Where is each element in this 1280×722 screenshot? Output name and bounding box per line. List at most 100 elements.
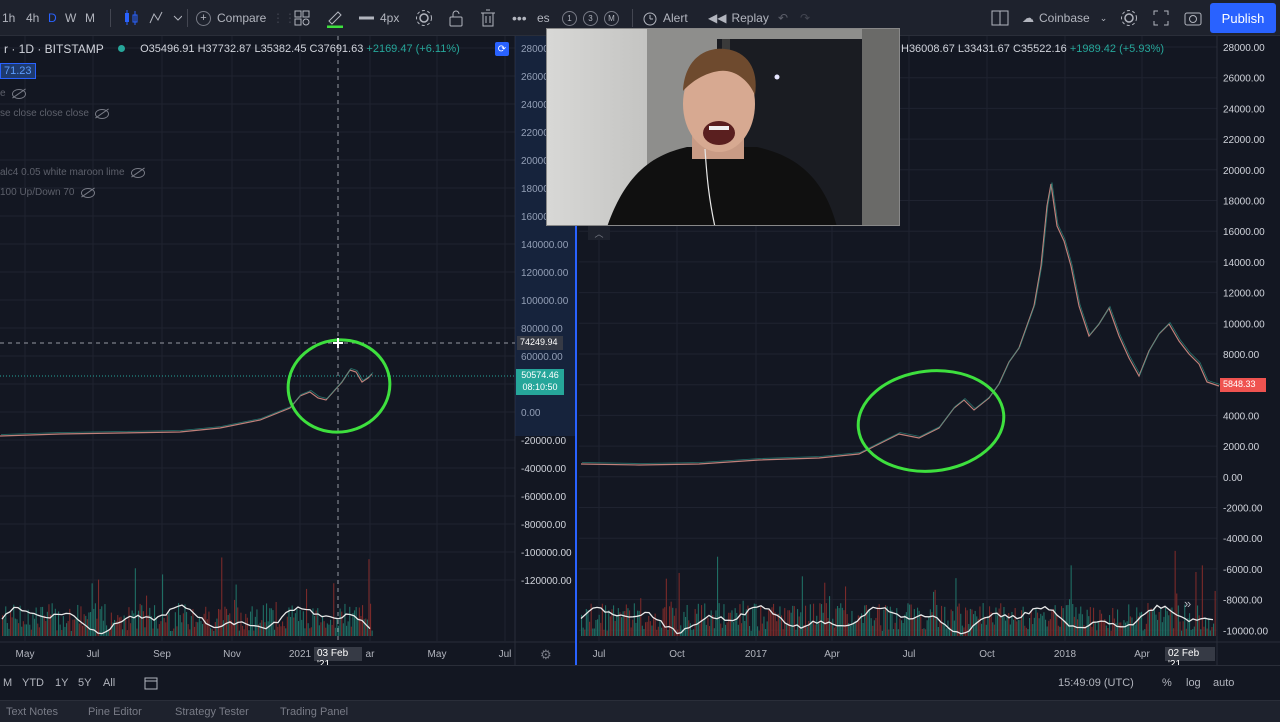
interval-d[interactable]: D	[48, 0, 57, 36]
volume-bar	[832, 618, 834, 636]
volume-bar	[1123, 620, 1125, 636]
volume-bar	[1201, 565, 1203, 636]
y-axis-label: 20000.00	[1223, 166, 1265, 177]
indicators-button[interactable]	[148, 0, 182, 36]
interval-w[interactable]: W	[65, 0, 76, 36]
volume-bar	[358, 607, 360, 636]
interval-1h[interactable]: 1h	[2, 0, 15, 36]
circle-m-button[interactable]: M	[604, 10, 619, 26]
left-chart-pane[interactable]: 280000.00 260000.00 240000.00 220000.00 2000…	[0, 36, 577, 665]
volume-bar	[769, 610, 771, 636]
hidden-eye-icon[interactable]	[94, 108, 109, 119]
interval-4h[interactable]: 4h	[26, 0, 39, 36]
exchange-dropdown[interactable]: ☁ Coinbase ⌄	[1022, 0, 1107, 36]
left-price-chart[interactable]: 280000.00260000.00240000.00220000.002000…	[0, 36, 575, 665]
volume-bar	[717, 556, 719, 636]
volume-bar	[1213, 623, 1215, 636]
range-ytd[interactable]: YTD	[22, 666, 44, 700]
y-axis-label: -40000.00	[521, 464, 566, 475]
line-width-icon	[359, 16, 374, 20]
circle-3-button[interactable]: 3	[583, 10, 598, 26]
chart-settings-button[interactable]	[1120, 0, 1138, 36]
goto-date-button[interactable]	[144, 666, 158, 700]
volume-bar	[1005, 620, 1007, 636]
auto-toggle[interactable]: auto	[1213, 666, 1234, 700]
range-5y[interactable]: 5Y	[78, 666, 91, 700]
tab-strategy-tester[interactable]: Strategy Tester	[175, 706, 249, 718]
volume-bar	[894, 622, 896, 636]
volume-bar	[293, 617, 295, 636]
compare-button[interactable]: + Compare	[196, 0, 266, 36]
volume-bar	[1205, 618, 1207, 636]
volume-bar	[1198, 615, 1200, 636]
camera-icon	[1184, 12, 1202, 26]
publish-button[interactable]: Publish	[1210, 3, 1276, 33]
interval-m[interactable]: M	[85, 0, 95, 36]
volume-bar	[773, 603, 775, 636]
collapse-chevron-icon[interactable]: ︿	[588, 226, 610, 240]
volume-bar	[905, 612, 907, 636]
volume-bar	[110, 612, 112, 636]
circle-1-button[interactable]: 1	[562, 10, 577, 26]
y-axis-label: 18000.00	[1223, 197, 1265, 208]
volume-bar	[843, 610, 845, 636]
hidden-eye-icon[interactable]	[11, 88, 26, 99]
volume-bar	[763, 616, 765, 636]
hidden-eye-icon[interactable]	[130, 167, 145, 178]
line-color-button[interactable]	[326, 0, 344, 36]
layout-button[interactable]	[991, 0, 1009, 36]
volume-bar	[1161, 622, 1163, 636]
volume-bar	[989, 606, 991, 636]
drawing-settings-button[interactable]	[415, 0, 433, 36]
volume-bar	[62, 615, 64, 636]
gear-icon[interactable]: ⚙	[540, 647, 552, 663]
volume-bar	[1043, 612, 1045, 636]
volume-bar	[885, 605, 887, 636]
volume-bar	[24, 624, 26, 636]
volume-bar	[790, 612, 792, 636]
delete-drawing-button[interactable]	[480, 0, 496, 36]
lock-drawing-button[interactable]	[448, 0, 464, 36]
drag-handle-icon[interactable]: ⋮⋮	[272, 0, 296, 36]
volume-bar	[234, 599, 236, 636]
volume-bar	[632, 619, 634, 636]
volume-bar	[1190, 630, 1192, 636]
sync-icon[interactable]: ⟳	[495, 42, 509, 56]
volume-bar	[857, 615, 859, 636]
volume-bar	[1189, 613, 1191, 636]
snapshot-button[interactable]	[1184, 0, 1202, 36]
log-toggle[interactable]: log	[1186, 666, 1201, 700]
volume-bar	[1019, 620, 1021, 636]
volume-bar	[72, 619, 74, 636]
volume-bar	[661, 627, 663, 636]
volume-bar	[1149, 611, 1151, 636]
line-width-button[interactable]: 4px	[358, 0, 399, 36]
clock-time[interactable]: 15:49:09 (UTC)	[1058, 666, 1134, 700]
volume-bar	[70, 630, 72, 636]
volume-bar	[170, 630, 172, 636]
tab-pine-editor[interactable]: Pine Editor	[88, 706, 142, 718]
volume-bar	[219, 609, 221, 636]
range-1y[interactable]: 1Y	[55, 666, 68, 700]
volume-bar	[760, 605, 762, 636]
scroll-to-latest-icon[interactable]: »	[1184, 596, 1191, 611]
templates-button[interactable]	[294, 0, 310, 36]
fullscreen-button[interactable]	[1153, 0, 1169, 36]
range-all[interactable]: All	[103, 666, 115, 700]
y-axis-label: 24000.00	[1223, 104, 1265, 115]
more-options-icon[interactable]: •••	[512, 0, 527, 36]
percent-toggle[interactable]: %	[1162, 666, 1172, 700]
volume-bar	[806, 626, 808, 636]
volume-bar	[881, 630, 883, 636]
volume-bar	[22, 621, 24, 636]
volume-bar	[645, 622, 647, 636]
hidden-eye-icon[interactable]	[80, 187, 95, 198]
candles-chart-type-button[interactable]	[123, 0, 139, 36]
volume-bar	[160, 621, 162, 636]
symbol-title[interactable]: r · 1D · BITSTAMP	[4, 42, 104, 56]
tab-text-notes[interactable]: Text Notes	[6, 706, 58, 718]
range-m[interactable]: M	[3, 666, 12, 700]
volume-bar	[1035, 608, 1037, 636]
tab-trading-panel[interactable]: Trading Panel	[280, 706, 348, 718]
volume-bar	[787, 610, 789, 636]
